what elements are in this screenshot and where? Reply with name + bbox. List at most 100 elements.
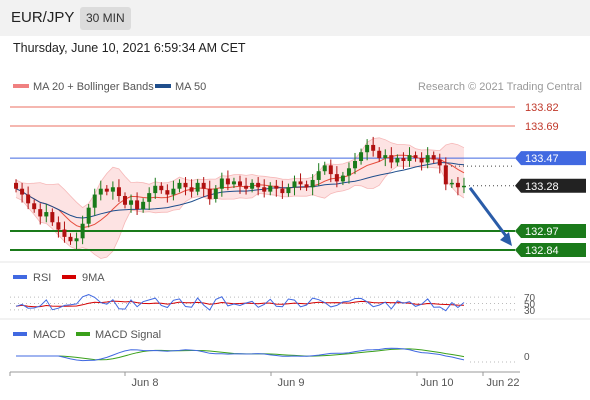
ma20-swatch xyxy=(13,84,29,88)
candle-body xyxy=(274,185,279,189)
ma50-swatch xyxy=(155,84,171,88)
level-label-2: 133.47 xyxy=(525,153,559,165)
candle-body xyxy=(280,188,285,194)
candle-body xyxy=(419,158,424,163)
rsi-swatch xyxy=(13,275,27,279)
candle-body xyxy=(104,188,109,192)
candle-body xyxy=(286,187,291,194)
candle-body xyxy=(129,200,134,205)
candle-body xyxy=(62,229,67,237)
level-label-4: 132.84 xyxy=(525,245,559,257)
candle-body xyxy=(14,182,19,189)
x-tick-label: Jun 10 xyxy=(420,377,453,389)
level-label-1: 133.69 xyxy=(525,121,559,133)
candle-body xyxy=(195,182,200,192)
macd-legend: MACD MACD Signal xyxy=(13,329,161,341)
candle-body xyxy=(213,188,218,199)
x-tick-label: Jun 8 xyxy=(132,377,159,389)
candle-body xyxy=(244,185,249,189)
candle-body xyxy=(377,150,382,159)
candle-body xyxy=(68,236,73,242)
candle-body xyxy=(122,196,127,205)
candle-body xyxy=(135,200,140,210)
macd-panel: 0 xyxy=(16,347,530,363)
candle-body xyxy=(389,155,394,163)
candle-body xyxy=(292,181,297,188)
candle-body xyxy=(316,171,321,180)
candle-body xyxy=(86,207,91,224)
macd-line xyxy=(16,347,465,362)
candle-body xyxy=(395,158,400,163)
candle-body xyxy=(74,238,79,242)
candle-body xyxy=(449,182,454,185)
candle-body xyxy=(365,144,370,153)
candle-body xyxy=(26,194,31,204)
chart-area[interactable]: MA 20 + Bollinger Bands MA 50 Research ©… xyxy=(0,0,590,400)
candle-body xyxy=(383,155,388,159)
macd-signal-line xyxy=(16,348,465,361)
candle-body xyxy=(461,185,466,188)
candle-body xyxy=(153,185,158,194)
candle-body xyxy=(437,159,442,166)
candle-body xyxy=(455,182,460,188)
candle-body xyxy=(401,158,406,161)
forecast-arrow-shaft xyxy=(468,186,511,241)
candle-body xyxy=(189,187,194,192)
candle-body xyxy=(262,187,267,192)
candle-body xyxy=(201,182,206,189)
candle-body xyxy=(353,160,358,169)
price-panel xyxy=(10,106,515,259)
candle-body xyxy=(298,181,303,185)
candle-body xyxy=(116,187,121,197)
rsi-label: RSI xyxy=(33,272,51,284)
candle-body xyxy=(268,185,273,192)
candle-body xyxy=(443,165,448,185)
level-tags: 133.82 133.69 133.47 132.97 132.84 133.28 xyxy=(515,102,586,257)
macd-signal-label: MACD Signal xyxy=(95,329,161,341)
candle-body xyxy=(334,174,339,182)
candle-body xyxy=(44,212,49,217)
level-label-0: 133.82 xyxy=(525,102,559,114)
candle-body xyxy=(231,181,236,185)
x-axis: Jun 8 Jun 9 Jun 10 Jun 22 xyxy=(9,372,520,389)
candle-body xyxy=(110,187,115,192)
main-legend: MA 20 + Bollinger Bands MA 50 Research ©… xyxy=(13,81,582,93)
candle-body xyxy=(50,212,55,223)
candle-body xyxy=(32,203,37,210)
candle-body xyxy=(177,182,182,189)
candle-body xyxy=(183,182,188,188)
candle-body xyxy=(340,175,345,182)
candle-body xyxy=(159,185,164,191)
candle-body xyxy=(413,155,418,159)
candle-body xyxy=(80,223,85,239)
x-tick-label: Jun 9 xyxy=(278,377,305,389)
candle-body xyxy=(346,168,351,176)
candle-body xyxy=(165,190,170,195)
candle-body xyxy=(407,155,412,161)
candle-body xyxy=(141,201,146,210)
candle-body xyxy=(431,155,436,160)
candle-body xyxy=(207,188,212,199)
ma50-label: MA 50 xyxy=(175,81,206,93)
rsi-panel: 705030 xyxy=(10,293,536,317)
candle-body xyxy=(328,165,333,175)
candle-body xyxy=(310,179,315,188)
candle-body xyxy=(219,178,224,189)
candle-body xyxy=(20,188,25,195)
credit-label: Research © 2021 Trading Central xyxy=(418,81,582,93)
candle-body xyxy=(171,188,176,195)
macd-signal-swatch xyxy=(76,332,90,336)
candle-body xyxy=(250,182,255,189)
rsi-legend: RSI 9MA xyxy=(13,272,105,284)
macd-swatch xyxy=(13,332,27,336)
rsi-ma-swatch xyxy=(62,275,76,279)
candle-body xyxy=(147,193,152,202)
macd-label: MACD xyxy=(33,329,65,341)
candle-body xyxy=(56,222,61,230)
candle-body xyxy=(359,152,364,161)
last-price-label: 133.28 xyxy=(525,181,559,193)
candle-body xyxy=(38,209,43,217)
candle-body xyxy=(371,144,376,151)
candle-body xyxy=(304,184,309,188)
rsi-ma-label: 9MA xyxy=(82,272,105,284)
